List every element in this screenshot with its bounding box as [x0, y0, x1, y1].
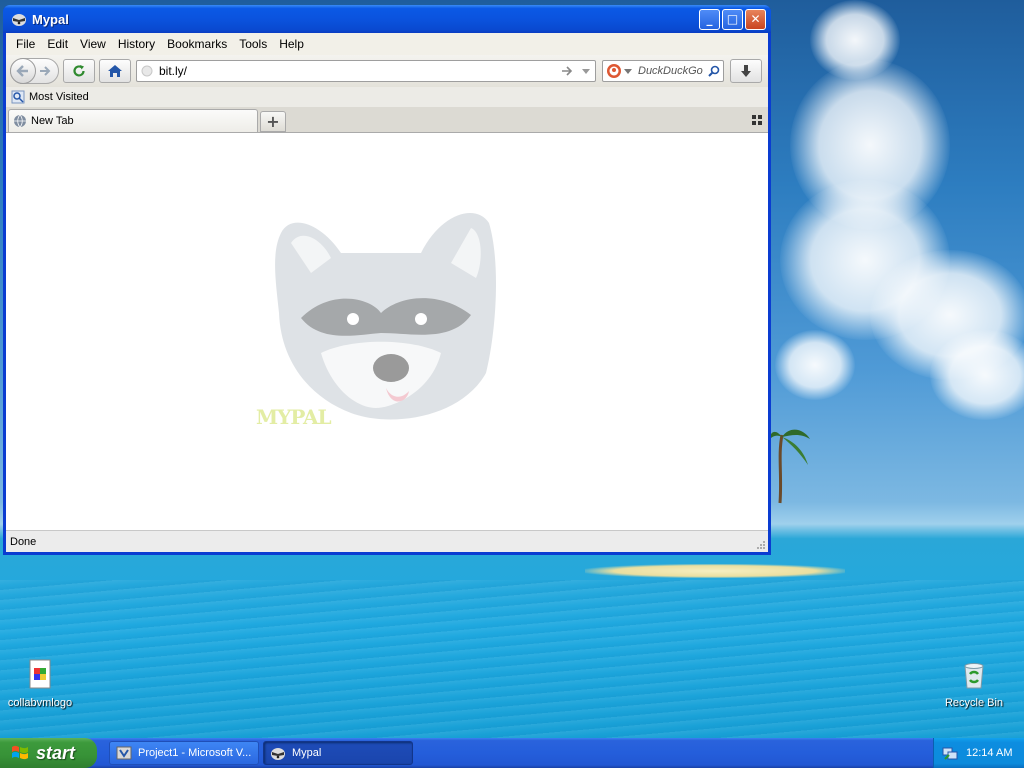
- cloud: [775, 330, 855, 400]
- home-icon: [108, 65, 122, 77]
- palm-tree: [770, 429, 810, 504]
- minimize-icon: _: [706, 12, 713, 26]
- url-bar[interactable]: bit.ly/: [136, 60, 596, 82]
- windows-flag-icon: [12, 745, 28, 760]
- recycle-bin-icon: [964, 663, 984, 689]
- raccoon-app-icon: [12, 14, 26, 26]
- menu-history[interactable]: History: [112, 37, 161, 51]
- tab-new-tab[interactable]: New Tab: [8, 109, 258, 132]
- raccoon-app-icon: [271, 748, 285, 760]
- title-bar[interactable]: Mypal _ □ ✕: [3, 5, 771, 33]
- reload-icon: [73, 65, 85, 77]
- new-tab-button[interactable]: +: [260, 111, 286, 132]
- window-title: Mypal: [32, 11, 69, 27]
- desktop-icon-label: collabvmlogo: [7, 697, 73, 709]
- tab-label: New Tab: [31, 115, 74, 127]
- menu-view[interactable]: View: [74, 37, 112, 51]
- close-icon: ✕: [750, 12, 761, 26]
- back-arrow-icon: [16, 65, 28, 77]
- system-tray: 12:14 AM: [933, 738, 1024, 768]
- desktop-icon-recycle-bin[interactable]: Recycle Bin: [934, 658, 1014, 709]
- menu-bar: File Edit View History Bookmarks Tools H…: [6, 33, 768, 55]
- taskbar-item-label: Project1 - Microsoft V...: [138, 747, 252, 759]
- back-forward-group: [10, 58, 59, 84]
- window-client-area: File Edit View History Bookmarks Tools H…: [6, 33, 768, 552]
- menu-edit[interactable]: Edit: [41, 37, 74, 51]
- taskbar-item-label: Mypal: [292, 747, 322, 759]
- back-button[interactable]: [10, 58, 36, 84]
- globe-icon: [141, 65, 153, 77]
- logo-text: MYPAL: [256, 405, 332, 429]
- search-input[interactable]: DuckDuckGo: [638, 65, 708, 77]
- forward-arrow-icon: [40, 66, 51, 76]
- forward-button[interactable]: [36, 61, 54, 81]
- island: [585, 564, 845, 578]
- tab-globe-icon: [14, 114, 26, 128]
- menu-file[interactable]: File: [10, 37, 41, 51]
- most-visited-icon: [11, 90, 25, 104]
- go-arrow-icon[interactable]: [561, 65, 573, 77]
- taskbar: start Project1 - Microsoft V... Mypal 12…: [0, 738, 1024, 768]
- status-bar: Done: [6, 530, 768, 552]
- taskbar-item-project1[interactable]: Project1 - Microsoft V...: [109, 741, 259, 765]
- dropdown-arrow-icon[interactable]: [581, 66, 591, 76]
- search-icon[interactable]: [708, 65, 720, 77]
- menu-help[interactable]: Help: [273, 37, 310, 51]
- menu-tools[interactable]: Tools: [233, 37, 273, 51]
- taskbar-item-mypal[interactable]: Mypal: [263, 741, 413, 765]
- start-button[interactable]: start: [0, 738, 97, 768]
- downloads-button[interactable]: [730, 59, 762, 83]
- url-input[interactable]: bit.ly/: [159, 64, 561, 78]
- list-all-tabs-icon[interactable]: [752, 115, 762, 125]
- minimize-button[interactable]: _: [699, 8, 720, 30]
- desktop-icon-label: Recycle Bin: [944, 697, 1004, 709]
- sea: [0, 580, 1024, 738]
- browser-window: Mypal _ □ ✕ File Edit View History Bookm…: [3, 5, 771, 555]
- start-label: start: [36, 742, 76, 763]
- download-arrow-icon: [741, 65, 751, 77]
- network-icon[interactable]: [942, 745, 958, 761]
- reload-button[interactable]: [63, 59, 95, 83]
- duckduckgo-icon[interactable]: [606, 63, 622, 79]
- raccoon-logo-image: [275, 213, 497, 420]
- home-button[interactable]: [99, 59, 131, 83]
- status-text: Done: [10, 535, 37, 548]
- image-file-icon: [29, 659, 51, 689]
- navigation-toolbar: bit.ly/ DuckDuckGo: [6, 55, 768, 87]
- desktop-icon-collabvmlogo[interactable]: collabvmlogo: [0, 658, 80, 709]
- cloud: [810, 0, 900, 80]
- resize-grip-icon[interactable]: [756, 540, 766, 550]
- tab-strip: New Tab +: [6, 107, 768, 133]
- plus-icon: +: [266, 112, 280, 131]
- search-bar[interactable]: DuckDuckGo: [602, 60, 724, 82]
- maximize-icon: □: [726, 12, 739, 26]
- bookmark-most-visited[interactable]: Most Visited: [29, 91, 89, 103]
- close-button[interactable]: ✕: [745, 8, 766, 30]
- visual-basic-icon: [116, 746, 132, 760]
- bookmarks-toolbar: Most Visited: [6, 87, 768, 107]
- page-content[interactable]: MYPAL: [6, 133, 768, 530]
- menu-bookmarks[interactable]: Bookmarks: [161, 37, 233, 51]
- cloud: [930, 330, 1024, 420]
- engine-dropdown-icon[interactable]: [624, 67, 632, 75]
- maximize-button[interactable]: □: [722, 8, 743, 30]
- clock[interactable]: 12:14 AM: [966, 747, 1012, 759]
